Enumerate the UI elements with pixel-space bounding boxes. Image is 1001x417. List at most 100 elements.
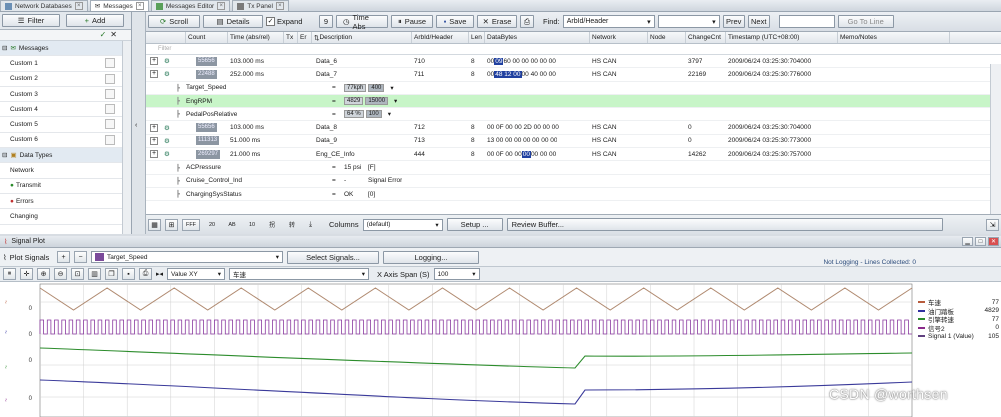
tab-tx-panel[interactable]: Tx Panel × — [232, 0, 289, 11]
message-row[interactable]: + ⚙ 269297 21.000 ms Eng_CE_Info 444 8 00 0F 00… — [146, 148, 1001, 162]
y-signal-select[interactable]: 车速 ▾ — [229, 268, 370, 280]
message-row[interactable]: + ⚙ 22488 252.000 ms Data_7 711 8 00 48 12 00 0… — [146, 68, 1001, 82]
signal-row[interactable]: ┣ ChargingSysStatus = OK [0] — [146, 188, 1001, 202]
grid-icon[interactable]: ▦ — [148, 218, 161, 231]
tree-icon[interactable]: ⊞ — [165, 218, 178, 231]
minimize-icon[interactable]: ▁ — [962, 237, 973, 246]
sort-icon[interactable]: ⤓ — [304, 219, 317, 231]
column-header[interactable]: Count — [186, 32, 228, 43]
close-icon[interactable]: × — [275, 2, 284, 10]
check-all-icon[interactable]: ✓ — [100, 30, 107, 40]
messages-scrollbar[interactable] — [990, 64, 1001, 214]
format-button[interactable]: 10 — [244, 219, 260, 231]
column-header[interactable]: Er — [298, 32, 312, 43]
chevron-down-icon[interactable]: ▾ — [362, 270, 365, 278]
filter-checkbox[interactable] — [105, 104, 115, 115]
tab-network-databases[interactable]: Network Databases × — [0, 0, 88, 11]
expand-icon[interactable]: + — [150, 123, 158, 132]
expand-icon[interactable]: + — [150, 70, 158, 79]
filter-item-custom-3[interactable]: Custom 3 — [0, 87, 131, 103]
close-icon[interactable]: ✕ — [988, 237, 999, 246]
column-header[interactable]: ⇅ Description — [312, 32, 412, 43]
filter-item-network[interactable]: Network — [0, 163, 131, 179]
tab-messages-editor[interactable]: Messages Editor × — [150, 0, 231, 11]
chevron-down-icon[interactable]: ▾ — [388, 110, 391, 118]
column-header[interactable]: Tx — [284, 32, 298, 43]
filter-item-custom-2[interactable]: Custom 2 — [0, 72, 131, 87]
select-signals-button[interactable]: Select Signals... — [287, 250, 379, 264]
filter-item-changing[interactable]: Changing — [0, 209, 131, 225]
filter-item-custom-4[interactable]: Custom 4 — [0, 102, 131, 118]
pause-icon[interactable]: ⏸ — [3, 268, 16, 280]
pause-button[interactable]: ⏸ Pause — [391, 15, 433, 28]
collapse-icon[interactable]: ⊟ — [2, 151, 7, 159]
copy-icon[interactable]: ❐ — [105, 268, 118, 280]
details-button[interactable]: ▤ Details — [203, 15, 263, 28]
column-header[interactable]: Network — [590, 32, 648, 43]
format-button[interactable]: 转 — [284, 219, 300, 231]
filter-checkbox[interactable] — [105, 58, 115, 69]
logging-button[interactable]: Logging... — [383, 250, 479, 264]
goto-line-button[interactable]: Go To Line — [837, 15, 894, 28]
zoom-out-icon[interactable]: ⊖ — [54, 268, 67, 280]
chevron-down-icon[interactable]: ▾ — [394, 97, 397, 105]
group-data-types[interactable]: ⊟ ▣ Data Types — [0, 148, 131, 164]
expand-icon[interactable]: + — [150, 136, 158, 145]
signal-row[interactable]: ┣ Target_Speed = 77kph 400 ▾ — [146, 82, 1001, 95]
filter-checkbox[interactable] — [105, 88, 115, 99]
close-icon[interactable]: × — [217, 2, 226, 10]
filter-row[interactable]: Filter — [146, 44, 1001, 55]
scroll-button[interactable]: ⟳ Scroll — [148, 15, 200, 28]
expand-panel-icon[interactable]: ⇲ — [986, 218, 999, 231]
group-messages[interactable]: ⊟ ✉ Messages — [0, 41, 131, 57]
chevron-down-icon[interactable]: ▾ — [472, 270, 475, 278]
signal-row[interactable]: ┣ EngRPM = 4829 15000 ▾ — [146, 94, 1001, 109]
column-header[interactable]: Time (abs/rel) — [228, 32, 284, 43]
expand-icon[interactable]: + — [150, 150, 158, 159]
tab-messages[interactable]: ✉ Messages × — [89, 0, 149, 11]
message-row[interactable]: + ⚙ 111313 51.000 ms Data_9 713 8 13 00 00 00 0… — [146, 135, 1001, 149]
next-button[interactable]: Next — [747, 15, 770, 28]
setup-button[interactable]: Setup ... — [446, 218, 503, 231]
signal-row[interactable]: ┣ Cruise_Control_Ind = - Signal Error — [146, 175, 1001, 188]
print-button[interactable]: ⎙ — [520, 15, 534, 28]
save-button[interactable]: ▪ Save — [436, 15, 474, 28]
collapse-icon[interactable]: ⊟ — [2, 44, 7, 52]
find-text-input[interactable]: ▾ — [657, 15, 720, 28]
format-button[interactable]: AB — [224, 219, 240, 231]
goto-line-input[interactable] — [778, 15, 835, 28]
uncheck-all-icon[interactable]: ✕ — [110, 30, 117, 40]
cursor-icon[interactable]: ✛ — [20, 268, 33, 280]
zoom-in-icon[interactable]: ⊕ — [37, 268, 50, 280]
chevron-down-icon[interactable]: ▾ — [647, 18, 651, 26]
collapse-arrow-icon[interactable]: ‹ — [135, 122, 137, 129]
add-button[interactable]: + Add — [66, 14, 124, 27]
format-button[interactable]: 20 — [204, 219, 220, 231]
chevron-down-icon[interactable]: ▾ — [390, 84, 393, 92]
remove-signal-button[interactable]: − — [74, 251, 87, 263]
chevron-down-icon[interactable]: ▾ — [435, 221, 438, 229]
fit-icon[interactable]: ⊡ — [71, 268, 84, 280]
expand-checkbox[interactable]: ✓ Expand — [266, 17, 316, 26]
time-abs-button[interactable]: ◷ Time Abs — [336, 13, 388, 31]
column-header[interactable]: ChangeCnt — [686, 32, 726, 43]
format-button[interactable]: FFF — [182, 218, 200, 231]
filter-button[interactable]: ☰ Filter — [2, 14, 60, 27]
close-icon[interactable]: × — [135, 2, 144, 10]
add-signal-button[interactable]: + — [57, 251, 70, 263]
chevron-down-icon[interactable]: ▾ — [712, 18, 716, 26]
plot-mode-select[interactable]: Value XY ▾ — [167, 268, 226, 280]
column-header[interactable]: Memo/Notes — [838, 32, 950, 43]
find-field-select[interactable]: ArbId/Header ▾ — [562, 15, 655, 28]
print-icon[interactable]: ⎙ — [139, 268, 152, 280]
signal-select[interactable]: Target_Speed ▾ — [91, 251, 283, 263]
column-header[interactable]: Timestamp (UTC+08:00) — [726, 32, 838, 43]
columns-select[interactable]: (default) ▾ — [362, 218, 443, 231]
close-icon[interactable]: × — [74, 2, 83, 10]
expand-icon[interactable]: + — [150, 57, 158, 66]
filter-item-custom-6[interactable]: Custom 6 — [0, 133, 131, 149]
filter-panel-scrollbar[interactable] — [122, 41, 131, 234]
legend-item[interactable]: Signal 1 (Value) 105 — [918, 332, 1001, 341]
column-header[interactable]: Node — [648, 32, 686, 43]
filter-checkbox[interactable] — [105, 119, 115, 130]
